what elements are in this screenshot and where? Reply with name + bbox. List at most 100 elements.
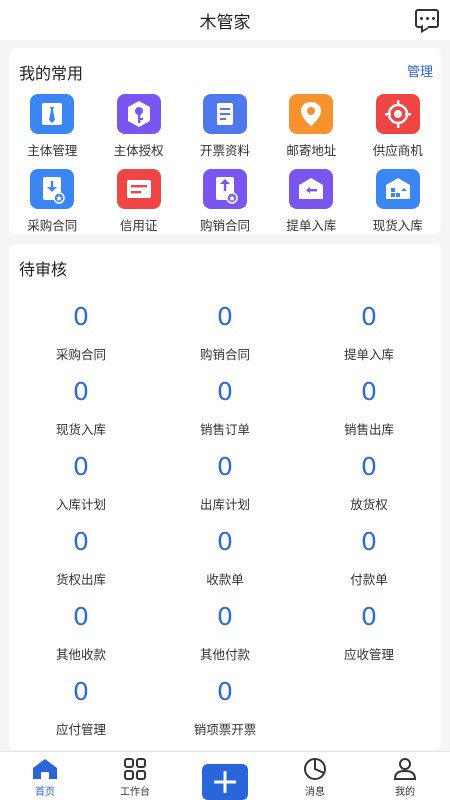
pending-label: 应收管理 [343, 647, 394, 662]
pending-count: 0 [361, 302, 377, 331]
tab-mine[interactable]: 我的 [360, 752, 450, 800]
pending-item[interactable]: 0 付款单 [297, 527, 441, 587]
target-icon [375, 94, 420, 134]
top-bar: 木管家 [0, 0, 450, 40]
pending-label: 付款单 [350, 572, 388, 587]
favorite-item[interactable]: 开票资料 [182, 94, 268, 159]
pending-label: 其他收款 [55, 647, 106, 662]
favorite-label: 信用证 [119, 218, 158, 233]
pending-item[interactable]: 0 销售订单 [153, 377, 297, 437]
add-button[interactable] [202, 764, 248, 800]
pending-label: 收款单 [206, 572, 244, 587]
tab-label: 我的 [395, 787, 415, 798]
pending-title: 待审核 [19, 260, 68, 279]
pending-grid: 0 采购合同 0 购销合同 0 提单入库 0 现货入库 0 销售订单 0 销售出库 0 入库计… [9, 302, 441, 737]
plus-icon [212, 769, 238, 795]
pending-item[interactable]: 0 应付管理 [9, 677, 153, 737]
pending-label: 销售订单 [199, 422, 250, 437]
pending-item[interactable]: 0 出库计划 [153, 452, 297, 512]
pending-item[interactable]: 0 其他付款 [153, 602, 297, 662]
tab-add[interactable] [180, 752, 270, 800]
pending-count: 0 [361, 452, 377, 481]
pending-label: 销项票开票 [193, 722, 257, 737]
pending-count: 0 [217, 377, 233, 406]
pending-count: 0 [217, 302, 233, 331]
tab-workbench[interactable]: 工作台 [90, 752, 180, 800]
favorite-label: 现货入库 [372, 218, 423, 233]
favorite-item[interactable]: 主体管理 [9, 94, 95, 159]
pending-label: 购销合同 [199, 347, 250, 362]
bottom-tab-bar: 首页 工作台 消息 我的 [0, 751, 450, 800]
pending-label: 其他付款 [199, 647, 250, 662]
pending-item[interactable]: 0 采购合同 [9, 302, 153, 362]
favorite-label: 购销合同 [199, 218, 250, 233]
favorite-label: 采购合同 [27, 218, 78, 233]
favorite-label: 主体管理 [27, 143, 78, 158]
pending-item[interactable]: 0 提单入库 [297, 302, 441, 362]
favorites-title: 我的常用 [19, 64, 84, 83]
page-title: 木管家 [199, 12, 251, 33]
pending-item[interactable]: 0 购销合同 [153, 302, 297, 362]
pending-count: 0 [217, 452, 233, 481]
pending-item[interactable]: 0 销售出库 [297, 377, 441, 437]
pending-count: 0 [73, 302, 89, 331]
pending-label: 提单入库 [343, 347, 394, 362]
location-pin-icon [289, 94, 334, 134]
favorite-label: 主体授权 [113, 143, 164, 158]
pending-item[interactable]: 0 销项票开票 [153, 677, 297, 737]
pending-item[interactable]: 0 货权出库 [9, 527, 153, 587]
pending-count: 0 [73, 452, 89, 481]
manage-link[interactable]: 管理 [407, 61, 433, 80]
favorite-label: 供应商机 [372, 143, 423, 158]
tab-home[interactable]: 首页 [0, 752, 90, 800]
pending-item[interactable]: 0 入库计划 [9, 452, 153, 512]
upload-contract-icon [202, 169, 247, 209]
pending-label: 采购合同 [55, 347, 106, 362]
favorite-item[interactable]: 购销合同 [182, 169, 268, 234]
favorite-item[interactable]: 提单入库 [268, 169, 354, 234]
favorite-item[interactable]: 信用证 [95, 169, 181, 234]
tab-messages[interactable]: 消息 [270, 752, 360, 800]
pending-count: 0 [73, 602, 89, 631]
key-icon [116, 94, 161, 134]
pending-item[interactable]: 0 放货权 [297, 452, 441, 512]
favorite-item[interactable]: 现货入库 [355, 169, 441, 234]
pending-count: 0 [217, 677, 233, 706]
favorites-grid: 主体管理 主体授权 开票资料 邮寄地址 供应商机 采购合同 信用证 购销合同 提… [9, 94, 441, 234]
pending-label: 现货入库 [55, 422, 106, 437]
pending-label: 放货权 [350, 497, 388, 512]
pending-item[interactable]: 0 其他收款 [9, 602, 153, 662]
pending-count: 0 [73, 527, 89, 556]
favorite-label: 开票资料 [199, 143, 250, 158]
download-contract-icon [30, 169, 75, 209]
user-icon [393, 758, 417, 780]
tab-label: 工作台 [120, 787, 150, 798]
favorite-item[interactable]: 供应商机 [355, 94, 441, 159]
pending-card: 待审核 0 采购合同 0 购销合同 0 提单入库 0 现货入库 0 销售订单 0 销售出库 … [9, 244, 441, 750]
pending-count: 0 [361, 377, 377, 406]
tab-label: 首页 [35, 787, 55, 798]
warehouse-stock-icon [375, 169, 420, 209]
tie-icon [30, 94, 75, 134]
pending-item[interactable]: 0 现货入库 [9, 377, 153, 437]
pending-item[interactable]: 0 应收管理 [297, 602, 441, 662]
pending-label: 出库计划 [199, 497, 250, 512]
favorite-item[interactable]: 邮寄地址 [268, 94, 354, 159]
chat-dots-icon[interactable] [415, 9, 439, 28]
pending-label: 应付管理 [55, 722, 106, 737]
pending-label: 销售出库 [343, 422, 394, 437]
pending-label: 货权出库 [55, 572, 106, 587]
warehouse-in-icon [289, 169, 334, 209]
favorite-item[interactable]: 采购合同 [9, 169, 95, 234]
document-icon [202, 94, 247, 134]
favorite-label: 提单入库 [286, 218, 337, 233]
pending-item[interactable]: 0 收款单 [153, 527, 297, 587]
grid-icon [123, 758, 147, 780]
pending-count: 0 [361, 602, 377, 631]
pending-label: 入库计划 [55, 497, 106, 512]
pending-count: 0 [217, 602, 233, 631]
pending-count: 0 [73, 377, 89, 406]
favorite-label: 邮寄地址 [286, 143, 337, 158]
pie-chart-icon [303, 758, 327, 780]
favorite-item[interactable]: 主体授权 [95, 94, 181, 159]
